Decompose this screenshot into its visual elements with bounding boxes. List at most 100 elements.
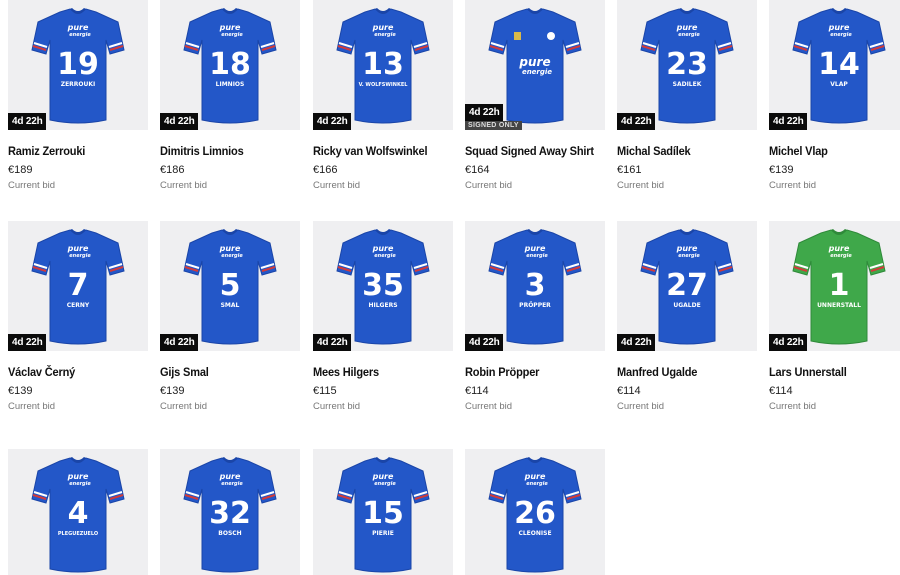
current-bid-amount: €186 [160,164,185,176]
lot-image[interactable]: pure energie 4 PLEGUEZUELO [8,449,148,575]
lot-card[interactable]: pure energie 14 VLAP 4d 22h Michel Vlap €139 Cu… [769,0,900,200]
sponsor-logo-subline: energie [374,481,396,487]
lot-card[interactable]: pure energie 5 SMAL 4d 22h Gijs Smal €139 Curre… [160,221,300,421]
lot-image[interactable]: pure energie 3 PRÖPPER 4d 22h [465,221,605,351]
jersey-number: 23 [666,47,708,82]
jersey-number: 35 [362,268,404,303]
jersey-image: pureenergie 1UNNERSTALL [792,229,886,345]
jersey-image: pureenergie 23SADILEK [640,8,734,124]
sponsor-logo: pure [67,472,89,481]
jersey-name: CLEONISE [518,530,551,537]
lot-title[interactable]: Václav Černý [8,365,146,379]
lot-image[interactable]: pure energie 23 SADILEK 4d 22h [617,0,757,130]
lot-card[interactable]: pure energie 19 ZERROUKI 4d 22h Ramiz Zerrouk… [8,0,148,200]
current-bid-label: Current bid [313,180,360,191]
sponsor-logo: pure [372,23,394,32]
lot-card[interactable]: pure energie 32 BOSCH [160,449,300,575]
manufacturer-logo-icon [514,32,521,40]
lot-card[interactable]: pure energie 35 HILGERS 4d 22h Mees Hilgers €1… [313,221,453,421]
jersey-image: pureenergie 4PLEGUEZUELO [31,457,125,573]
lot-card[interactable]: pure energie 4d 22h Signed only Squad Signed… [465,0,605,200]
lot-title[interactable]: Michal Sadílek [617,144,755,158]
jersey-name: BOSCH [218,530,241,537]
current-bid-amount: €114 [617,385,641,397]
sponsor-logo-subline: energie [69,253,91,259]
time-remaining-badge: 4d 22h [313,113,352,130]
current-bid-label: Current bid [160,401,207,412]
lot-image[interactable]: pure energie 4d 22h Signed only [465,0,605,130]
lot-title[interactable]: Michel Vlap [769,144,900,158]
jersey-image: pureenergie 15PIERIE [336,457,430,573]
lot-title[interactable]: Robin Pröpper [465,365,603,379]
lot-card[interactable]: pure energie 26 CLEONISE [465,449,605,575]
current-bid-label: Current bid [8,401,55,412]
lot-card[interactable]: pure energie 23 SADILEK 4d 22h Michal Sadílek… [617,0,757,200]
sponsor-logo-subline: energie [69,481,91,487]
lot-title[interactable]: Ramiz Zerrouki [8,144,146,158]
current-bid-amount: €189 [8,164,33,176]
lot-image[interactable]: pure energie 15 PIERIE [313,449,453,575]
lot-card[interactable]: pure energie 3 PRÖPPER 4d 22h Robin Pröpper €1… [465,221,605,421]
lot-title[interactable]: Mees Hilgers [313,365,451,379]
lot-card[interactable]: pure energie 13 V. WOLFSWINKEL 4d 22h Ricky v… [313,0,453,200]
sponsor-logo: pure [524,472,546,481]
lot-title[interactable]: Dimitris Limnios [160,144,298,158]
lot-title[interactable]: Squad Signed Away Shirt [465,144,603,158]
lot-card[interactable]: pure energie 1 UNNERSTALL 4d 22h Lars Unnerst… [769,221,900,421]
jersey-name: V. WOLFSWINKEL [359,82,409,88]
current-bid-label: Current bid [465,401,512,412]
jersey-image: pureenergie 19ZERROUKI [31,8,125,124]
jersey-name: SADILEK [673,81,702,88]
jersey-image: pureenergie 27UGALDE [640,229,734,345]
lot-image[interactable]: pure energie 7 CERNY 4d 22h [8,221,148,351]
time-remaining-badge: 4d 22h [769,334,808,351]
lot-title[interactable]: Lars Unnerstall [769,365,900,379]
lot-image[interactable]: pure energie 18 LIMNIOS 4d 22h [160,0,300,130]
lot-image[interactable]: pure energie 26 CLEONISE [465,449,605,575]
current-bid-amount: €166 [313,164,338,176]
jersey-number: 4 [68,496,89,531]
lot-image[interactable]: pure energie 19 ZERROUKI 4d 22h [8,0,148,130]
lot-image[interactable]: pure energie 5 SMAL 4d 22h [160,221,300,351]
lot-card[interactable]: pure energie 18 LIMNIOS 4d 22h Dimitris Limni… [160,0,300,200]
jersey-name: PLEGUEZUELO [58,531,98,537]
sponsor-logo-subline: energie [678,253,700,259]
lot-image[interactable]: pure energie 35 HILGERS 4d 22h [313,221,453,351]
lot-image[interactable]: pure energie 14 VLAP 4d 22h [769,0,900,130]
current-bid-amount: €114 [769,385,793,397]
sponsor-logo: pure [828,244,850,253]
current-bid-label: Current bid [769,180,816,191]
lot-title[interactable]: Gijs Smal [160,365,298,379]
time-remaining-badge: 4d 22h [465,334,504,351]
signed-only-badge: Signed only [465,121,522,130]
sponsor-logo: pure [219,472,241,481]
current-bid-amount: €139 [769,164,794,176]
time-remaining-badge: 4d 22h [617,334,656,351]
lot-card[interactable]: pure energie 4 PLEGUEZUELO [8,449,148,575]
sponsor-logo-subline: energie [830,32,852,38]
jersey-image: pureenergie 26CLEONISE [488,457,582,573]
lot-card[interactable]: pure energie 7 CERNY 4d 22h Václav Černý €139 C… [8,221,148,421]
current-bid-label: Current bid [769,401,816,412]
sponsor-logo: pure [676,23,698,32]
lot-image[interactable]: pure energie 13 V. WOLFSWINKEL 4d 22h [313,0,453,130]
lot-title[interactable]: Ricky van Wolfswinkel [313,144,451,158]
current-bid-amount: €161 [617,164,642,176]
lot-card[interactable]: pure energie 27 UGALDE 4d 22h Manfred Ugalde €… [617,221,757,421]
current-bid-amount: €139 [8,385,33,397]
sponsor-logo-subline: energie [526,481,548,487]
jersey-number: 15 [362,496,404,531]
sponsor-logo-subline: energie [221,481,243,487]
sponsor-logo-subline: energie [526,253,548,259]
time-remaining-badge: 4d 22h [313,334,352,351]
jersey-name: LIMNIOS [216,81,245,88]
lot-image[interactable]: pure energie 32 BOSCH [160,449,300,575]
jersey-image: pureenergie 7CERNY [31,229,125,345]
lot-image[interactable]: pure energie 27 UGALDE 4d 22h [617,221,757,351]
current-bid-label: Current bid [313,401,360,412]
lot-title[interactable]: Manfred Ugalde [617,365,755,379]
lot-card[interactable]: pure energie 15 PIERIE [313,449,453,575]
current-bid-amount: €164 [465,164,490,176]
lot-image[interactable]: pure energie 1 UNNERSTALL 4d 22h [769,221,900,351]
current-bid-label: Current bid [617,401,664,412]
